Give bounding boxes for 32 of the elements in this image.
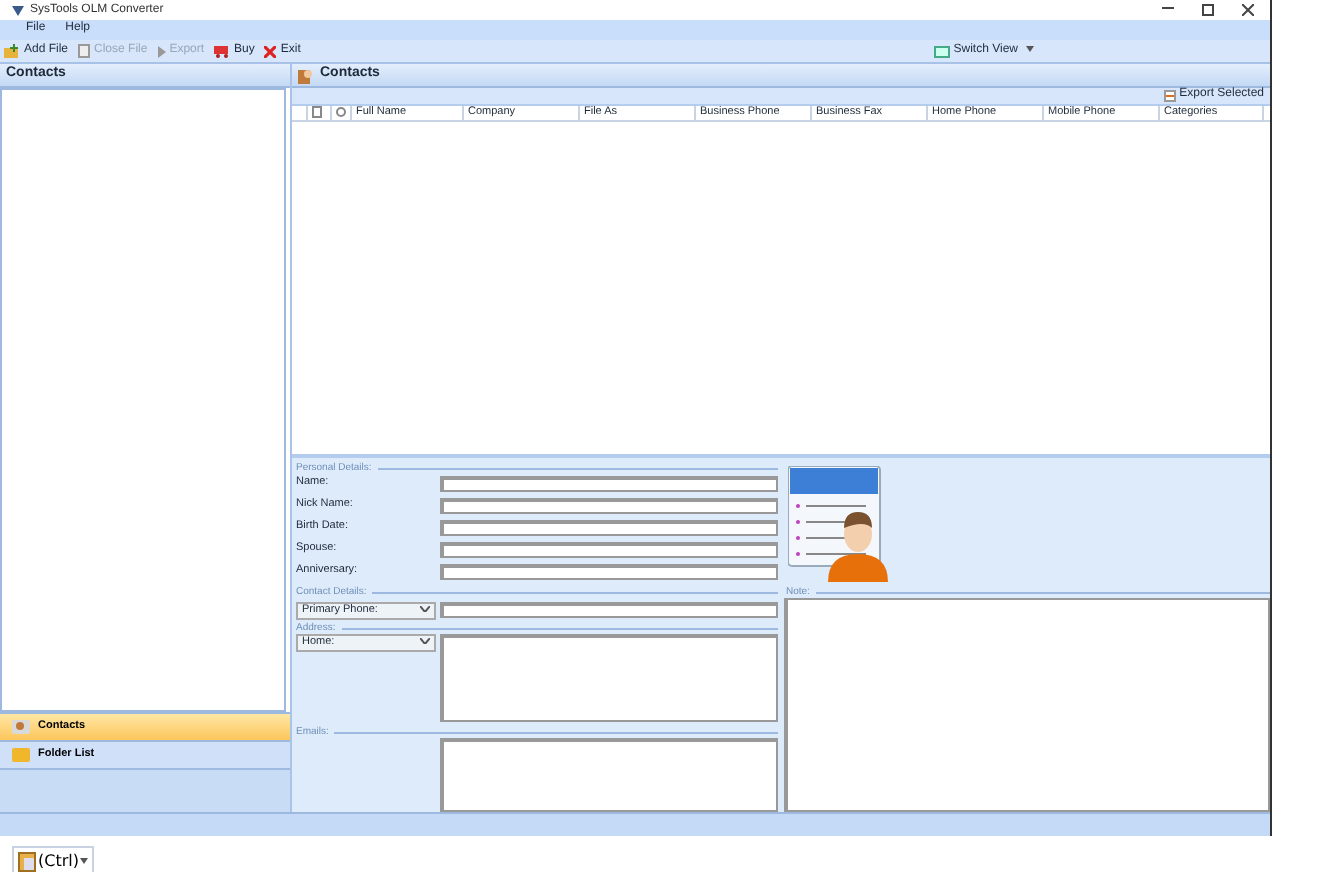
minimize-icon[interactable] [1162,4,1174,12]
input-field[interactable] [440,563,778,579]
input-field[interactable] [440,602,778,618]
folder-icon [12,748,30,762]
close-icon [264,45,277,57]
contacts-icon [298,67,314,83]
contact-card-drawing [788,466,888,582]
maximize-icon[interactable] [1202,4,1214,16]
address-field[interactable] [440,634,778,722]
contacts-icon [12,720,30,734]
chevron-icon [420,605,430,612]
paste-options-button[interactable]: (Ctrl) [12,846,95,872]
document-icon [78,44,91,58]
attachment-icon [336,106,346,118]
input-field[interactable] [440,519,778,535]
cart-icon [214,44,231,58]
folder-plus-icon [4,44,20,58]
close-icon[interactable] [1242,4,1254,16]
caret-icon [1026,45,1034,52]
input-field[interactable] [440,541,778,557]
clipboard-icon [18,850,36,872]
app-logo-icon [12,4,24,16]
input-field[interactable] [440,497,778,513]
input-field[interactable] [440,475,778,491]
chevron-icon [420,638,430,645]
document-icon [312,106,322,118]
note-field[interactable] [784,598,1270,812]
emails-field[interactable] [440,738,778,812]
window-icon [933,45,950,57]
caret-icon [80,858,89,865]
export-icon [1163,90,1176,102]
play-icon [157,45,166,57]
